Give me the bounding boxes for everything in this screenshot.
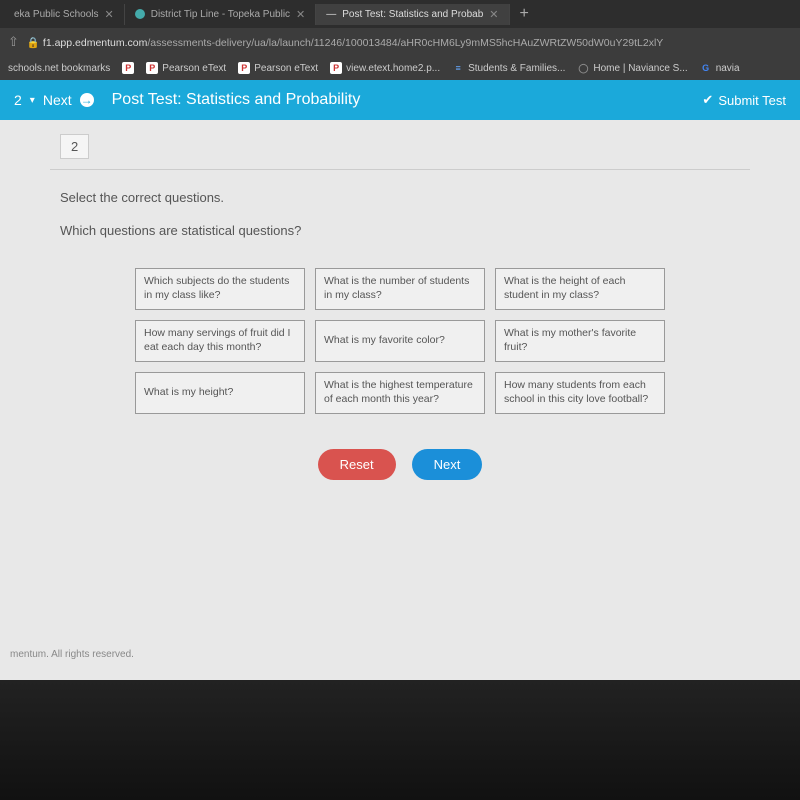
question-number-wrap: 2 <box>0 120 800 165</box>
option-2[interactable]: What is the height of each student in my… <box>495 268 665 310</box>
p-icon: P <box>330 62 342 74</box>
url-domain: f1.app.edmentum.com <box>43 37 147 49</box>
google-icon: G <box>700 62 712 74</box>
address-bar: ⇧ 🔒 f1.app.edmentum.com/assessments-deli… <box>0 28 800 56</box>
option-text: What is my height? <box>144 386 233 400</box>
option-text: What is my favorite color? <box>324 334 445 348</box>
button-row: Reset Next <box>60 449 740 480</box>
option-0[interactable]: Which subjects do the students in my cla… <box>135 268 305 310</box>
list-icon: ≡ <box>452 62 464 74</box>
p-icon: P <box>238 62 250 74</box>
question-body: Select the correct questions. Which ques… <box>0 170 800 500</box>
arrow-right-icon[interactable]: → <box>80 93 94 107</box>
browser-tab-1[interactable]: District Tip Line - Topeka Public ✕ <box>125 4 317 25</box>
url-path: /assessments-delivery/ua/la/launch/11246… <box>147 37 663 49</box>
tab-label: Post Test: Statistics and Probab <box>342 9 483 20</box>
option-5[interactable]: What is my mother's favorite fruit? <box>495 320 665 362</box>
submit-label: Submit Test <box>718 93 786 108</box>
bookmark-label: Pearson eText <box>162 63 226 74</box>
lock-icon: 🔒 <box>27 37 40 49</box>
next-button[interactable]: Next <box>412 449 483 480</box>
home-icon[interactable]: ⇧ <box>8 34 19 50</box>
p-icon: P <box>146 62 158 74</box>
bookmark-label: view.etext.home2.p... <box>346 63 440 74</box>
dash-icon: — <box>326 9 336 20</box>
browser-chrome: eka Public Schools ✕ District Tip Line -… <box>0 0 800 80</box>
globe-icon <box>135 9 145 19</box>
option-text: Which subjects do the students in my cla… <box>144 275 296 302</box>
question-nav: 2 ▾ Next → <box>14 92 94 108</box>
new-tab-button[interactable]: + <box>510 5 539 23</box>
chevron-down-icon[interactable]: ▾ <box>30 95 35 106</box>
bookmark-label: Students & Families... <box>468 63 565 74</box>
option-1[interactable]: What is the number of students in my cla… <box>315 268 485 310</box>
option-text: How many students from each school in th… <box>504 379 656 406</box>
bookmark-label: navia <box>716 63 740 74</box>
tab-label: eka Public Schools <box>14 9 99 20</box>
check-icon: ✔ <box>702 92 713 108</box>
page-title: Post Test: Statistics and Probability <box>112 91 703 109</box>
circle-icon: ◯ <box>577 62 589 74</box>
reset-button[interactable]: Reset <box>318 449 396 480</box>
browser-tab-2[interactable]: — Post Test: Statistics and Probab ✕ <box>316 4 509 25</box>
bookmark-item[interactable]: P Pearson eText <box>238 62 318 74</box>
tab-bar: eka Public Schools ✕ District Tip Line -… <box>0 0 800 28</box>
close-icon[interactable]: ✕ <box>489 8 498 21</box>
p-icon: P <box>122 62 134 74</box>
question-number: 2 <box>60 134 89 159</box>
option-text: What is my mother's favorite fruit? <box>504 327 656 354</box>
bookmark-item[interactable]: ≡ Students & Families... <box>452 62 565 74</box>
bookmark-item[interactable]: P view.etext.home2.p... <box>330 62 440 74</box>
bookmark-item[interactable]: ◯ Home | Naviance S... <box>577 62 687 74</box>
footer-text: mentum. All rights reserved. <box>10 649 134 660</box>
option-3[interactable]: How many servings of fruit did I eat eac… <box>135 320 305 362</box>
option-7[interactable]: What is the highest temperature of each … <box>315 372 485 414</box>
content-area: 2 Select the correct questions. Which qu… <box>0 120 800 680</box>
question-counter: 2 <box>14 92 22 108</box>
url-input[interactable]: 🔒 f1.app.edmentum.com/assessments-delive… <box>27 36 792 49</box>
submit-test-button[interactable]: ✔ Submit Test <box>702 92 786 108</box>
option-text: What is the height of each student in my… <box>504 275 656 302</box>
option-8[interactable]: How many students from each school in th… <box>495 372 665 414</box>
browser-tab-0[interactable]: eka Public Schools ✕ <box>4 4 125 25</box>
bookmark-item[interactable]: P Pearson eText <box>146 62 226 74</box>
laptop-bezel <box>0 680 800 800</box>
next-label[interactable]: Next <box>43 92 72 108</box>
bookmarks-bar: schools.net bookmarks P P Pearson eText … <box>0 56 800 80</box>
option-text: What is the number of students in my cla… <box>324 275 476 302</box>
close-icon[interactable]: ✕ <box>105 8 114 21</box>
option-text: How many servings of fruit did I eat eac… <box>144 327 296 354</box>
instruction-text: Select the correct questions. <box>60 190 740 205</box>
tab-label: District Tip Line - Topeka Public <box>151 9 290 20</box>
bookmark-label: Pearson eText <box>254 63 318 74</box>
option-text: What is the highest temperature of each … <box>324 379 476 406</box>
option-4[interactable]: What is my favorite color? <box>315 320 485 362</box>
close-icon[interactable]: ✕ <box>296 8 305 21</box>
app-header: 2 ▾ Next → Post Test: Statistics and Pro… <box>0 80 800 120</box>
bookmark-label: Home | Naviance S... <box>593 63 687 74</box>
prompt-text: Which questions are statistical question… <box>60 223 740 238</box>
bookmark-item[interactable]: schools.net bookmarks <box>8 63 110 74</box>
bookmark-item[interactable]: P <box>122 62 134 74</box>
bookmark-item[interactable]: G navia <box>700 62 740 74</box>
options-grid: Which subjects do the students in my cla… <box>60 268 740 414</box>
bookmark-label: schools.net bookmarks <box>8 63 110 74</box>
option-6[interactable]: What is my height? <box>135 372 305 414</box>
